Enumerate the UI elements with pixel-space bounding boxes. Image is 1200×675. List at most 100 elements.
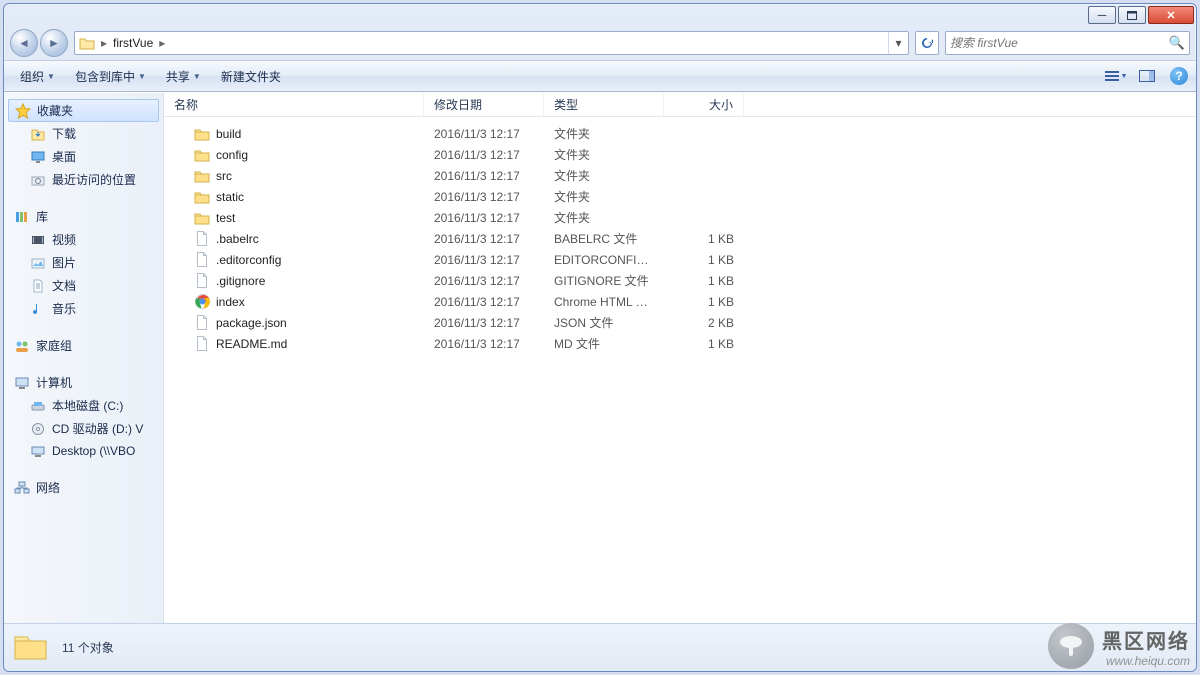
sidebar-cd-drive[interactable]: CD 驱动器 (D:) V — [4, 417, 163, 440]
file-name: .gitignore — [216, 274, 265, 288]
column-date[interactable]: 修改日期 — [424, 93, 544, 116]
file-type: JSON 文件 — [544, 314, 664, 331]
file-date: 2016/11/3 12:17 — [424, 337, 544, 351]
toolbar: 组织▼ 包含到库中▼ 共享▼ 新建文件夹 ▼ ? — [4, 60, 1196, 92]
file-list[interactable]: build2016/11/3 12:17文件夹config2016/11/3 1… — [164, 117, 1196, 623]
sidebar-desktop[interactable]: 桌面 — [4, 145, 163, 168]
file-type: 文件夹 — [544, 146, 664, 163]
maximize-button[interactable] — [1118, 6, 1146, 24]
organize-button[interactable]: 组织▼ — [12, 64, 63, 89]
file-row[interactable]: src2016/11/3 12:17文件夹 — [164, 165, 1196, 186]
file-name: src — [216, 169, 232, 183]
maximize-icon — [1127, 11, 1137, 20]
sidebar-network[interactable]: 网络 — [4, 476, 163, 499]
file-name: static — [216, 190, 244, 204]
file-row[interactable]: .editorconfig2016/11/3 12:17EDITORCONFIG… — [164, 249, 1196, 270]
folder-icon — [194, 126, 210, 142]
file-row[interactable]: build2016/11/3 12:17文件夹 — [164, 123, 1196, 144]
sidebar-network-drive[interactable]: Desktop (\\VBO — [4, 440, 163, 462]
documents-icon — [30, 278, 46, 294]
file-size: 1 KB — [664, 253, 744, 267]
chevron-right-icon: ▸ — [157, 36, 167, 50]
music-icon — [30, 301, 46, 317]
network-icon — [14, 480, 30, 496]
file-row[interactable]: static2016/11/3 12:17文件夹 — [164, 186, 1196, 207]
sidebar-local-c[interactable]: 本地磁盘 (C:) — [4, 394, 163, 417]
search-icon: 🔍 — [1169, 35, 1185, 51]
file-row[interactable]: config2016/11/3 12:17文件夹 — [164, 144, 1196, 165]
sidebar-item-label: 家庭组 — [36, 337, 72, 354]
sidebar-downloads[interactable]: 下载 — [4, 122, 163, 145]
address-dropdown-button[interactable]: ▾ — [888, 32, 908, 54]
close-button[interactable]: ✕ — [1148, 6, 1194, 24]
status-text: 11 个对象 — [62, 639, 114, 656]
folder-icon — [194, 210, 210, 226]
file-date: 2016/11/3 12:17 — [424, 190, 544, 204]
refresh-button[interactable] — [915, 31, 939, 55]
file-size: 1 KB — [664, 274, 744, 288]
file-icon — [194, 336, 210, 352]
preview-pane-button[interactable] — [1134, 64, 1160, 88]
watermark-title: 黑区网络 — [1102, 625, 1190, 654]
file-name: package.json — [216, 316, 287, 330]
file-row[interactable]: README.md2016/11/3 12:17MD 文件1 KB — [164, 333, 1196, 354]
chevron-down-icon: ▼ — [193, 72, 201, 81]
sidebar-libraries[interactable]: 库 — [4, 205, 163, 228]
column-size[interactable]: 大小 — [664, 93, 744, 116]
file-row[interactable]: test2016/11/3 12:17文件夹 — [164, 207, 1196, 228]
forward-button[interactable]: ► — [40, 29, 68, 57]
folder-icon — [12, 630, 48, 666]
new-folder-button[interactable]: 新建文件夹 — [213, 64, 289, 89]
sidebar-documents[interactable]: 文档 — [4, 274, 163, 297]
video-icon — [30, 232, 46, 248]
sidebar: 收藏夹 下载 桌面 最近访问的位置 库 视频 图片 文档 音乐 家庭组 计算机 … — [4, 93, 164, 623]
share-button[interactable]: 共享▼ — [158, 64, 209, 89]
file-row[interactable]: index2016/11/3 12:17Chrome HTML D...1 KB — [164, 291, 1196, 312]
file-row[interactable]: .gitignore2016/11/3 12:17GITIGNORE 文件1 K… — [164, 270, 1196, 291]
sidebar-pictures[interactable]: 图片 — [4, 251, 163, 274]
file-date: 2016/11/3 12:17 — [424, 211, 544, 225]
minimize-button[interactable]: ─ — [1088, 6, 1116, 24]
file-icon — [194, 315, 210, 331]
sidebar-homegroup[interactable]: 家庭组 — [4, 334, 163, 357]
file-type: 文件夹 — [544, 125, 664, 142]
file-size: 2 KB — [664, 316, 744, 330]
star-icon — [15, 103, 31, 119]
pictures-icon — [30, 255, 46, 271]
column-name[interactable]: 名称 — [164, 93, 424, 116]
sidebar-recent[interactable]: 最近访问的位置 — [4, 168, 163, 191]
view-options-button[interactable]: ▼ — [1104, 64, 1130, 88]
file-type: BABELRC 文件 — [544, 230, 664, 247]
sidebar-computer[interactable]: 计算机 — [4, 371, 163, 394]
sidebar-item-label: 网络 — [36, 479, 60, 496]
file-row[interactable]: .babelrc2016/11/3 12:17BABELRC 文件1 KB — [164, 228, 1196, 249]
search-box[interactable]: 🔍 — [945, 31, 1190, 55]
sidebar-videos[interactable]: 视频 — [4, 228, 163, 251]
sidebar-music[interactable]: 音乐 — [4, 297, 163, 320]
file-icon — [194, 273, 210, 289]
chevron-right-icon: ▸ — [99, 36, 109, 50]
file-date: 2016/11/3 12:17 — [424, 127, 544, 141]
search-input[interactable] — [950, 36, 1169, 50]
back-button[interactable]: ◄ — [10, 29, 38, 57]
breadcrumb-item[interactable]: firstVue — [109, 32, 157, 54]
file-icon — [194, 231, 210, 247]
sidebar-item-label: Desktop (\\VBO — [52, 444, 135, 458]
column-type[interactable]: 类型 — [544, 93, 664, 116]
help-button[interactable]: ? — [1170, 67, 1188, 85]
file-row[interactable]: package.json 2016/11/3 12:17JSON 文件2 KB — [164, 312, 1196, 333]
download-icon — [30, 126, 46, 142]
file-type: MD 文件 — [544, 335, 664, 352]
file-name: config — [216, 148, 248, 162]
chrome-icon — [194, 294, 210, 310]
file-list-area: 名称 修改日期 类型 大小 build2016/11/3 12:17文件夹con… — [164, 93, 1196, 623]
explorer-window: ─ ✕ ◄ ► ▸ firstVue ▸ ▾ 🔍 组织▼ 包 — [3, 3, 1197, 672]
file-date: 2016/11/3 12:17 — [424, 316, 544, 330]
file-type: 文件夹 — [544, 209, 664, 226]
include-in-library-button[interactable]: 包含到库中▼ — [67, 64, 154, 89]
help-icon: ? — [1175, 69, 1182, 83]
recent-icon — [30, 172, 46, 188]
folder-icon — [79, 35, 95, 51]
address-bar[interactable]: ▸ firstVue ▸ ▾ — [74, 31, 909, 55]
sidebar-favorites[interactable]: 收藏夹 — [8, 99, 159, 122]
